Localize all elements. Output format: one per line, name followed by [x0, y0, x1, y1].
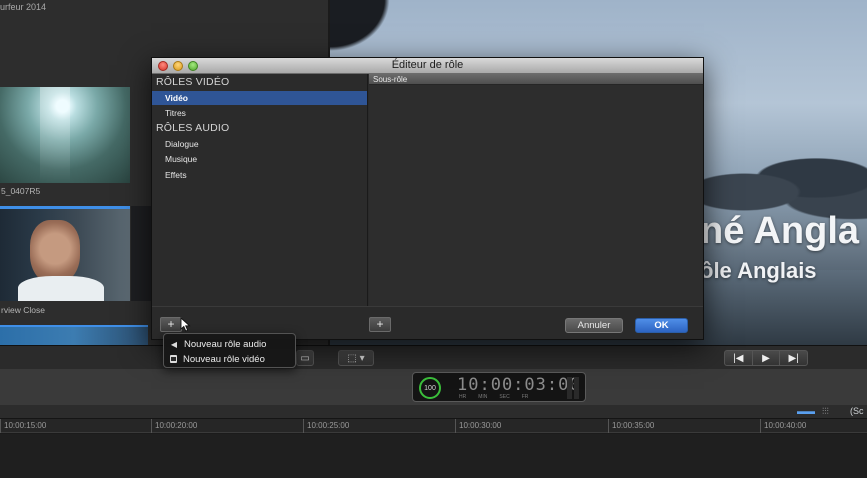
subrole-column-header: Sous-rôle [369, 74, 703, 85]
menu-item-label: Nouveau rôle vidéo [183, 353, 265, 365]
ruler-mark: 10:00:40:00 [760, 419, 806, 433]
ruler-mark: 10:00:15:00 [0, 419, 46, 433]
timeline-header: ▬▬ ⫶⫶⫶ (Sc [0, 405, 867, 419]
add-subrole-button[interactable]: + [369, 317, 391, 332]
film-icon [170, 355, 177, 363]
clip-label: rview Close [1, 305, 45, 315]
dashboard-timecode[interactable]: 100 10:00:03:00 HR MIN SEC FR [412, 372, 586, 402]
face-shape [30, 220, 80, 284]
clip-thumbnail-dark[interactable] [131, 206, 151, 301]
timecode-unit: MIN [478, 394, 488, 400]
viewer-toolbar: ▭ ⬚ ▾ |◀ ▶ ▶| [0, 345, 867, 369]
light-ray [40, 87, 70, 183]
ruler-mark: 10:00:25:00 [303, 419, 349, 433]
menu-item-new-audio-role[interactable]: ◀ Nouveau rôle audio [170, 337, 266, 351]
ruler-mark: 10:00:35:00 [608, 419, 654, 433]
display-button[interactable]: ▭ [296, 350, 314, 366]
timecode-value: 10:00:03:00 [457, 375, 581, 395]
viewer-title-line1: né Angla [700, 210, 860, 252]
role-item-video[interactable]: Vidéo [152, 91, 367, 105]
dialog-title: Éditeur de rôle [391, 59, 464, 71]
previous-edit-button[interactable]: |◀ [725, 351, 753, 365]
audio-meter-icon [567, 377, 579, 399]
timecode-units: HR MIN SEC FR [459, 394, 528, 400]
timecode-unit: FR [521, 394, 529, 400]
menu-item-new-video-role[interactable]: Nouveau rôle vidéo [170, 352, 265, 366]
role-item-titles[interactable]: Titres [152, 106, 367, 120]
cancel-button[interactable]: Annuler [565, 318, 623, 333]
subroles-list[interactable]: Sous-rôle [369, 74, 703, 306]
clip-selection-bar [0, 206, 130, 209]
background-task-badge[interactable]: 100 [419, 377, 441, 399]
ok-button[interactable]: OK [635, 318, 688, 333]
final-cut-window: urfeur 2014 5_0407R5 rview Close né Angl… [0, 0, 867, 478]
timeline-tracks[interactable] [0, 434, 867, 478]
palm-silhouette [330, 0, 400, 60]
play-button[interactable]: ▶ [753, 351, 781, 365]
role-item-effects[interactable]: Effets [152, 168, 367, 182]
roles-list: RÔLES VIDÉO Vidéo Titres RÔLES AUDIO Dia… [152, 74, 368, 306]
role-item-dialogue[interactable]: Dialogue [152, 137, 367, 151]
mouse-cursor-icon [180, 317, 191, 332]
timecode-unit: HR [459, 394, 467, 400]
timeline-ruler[interactable]: 10:00:15:00 10:00:20:00 10:00:25:00 10:0… [0, 419, 867, 433]
next-edit-button[interactable]: ▶| [780, 351, 807, 365]
add-role-button[interactable]: + [160, 317, 182, 332]
crop-icon: ⬚ ▾ [347, 352, 365, 364]
ruler-mark: 10:00:30:00 [455, 419, 501, 433]
clip-label: 5_0407R5 [1, 186, 41, 196]
monitor-icon: ▭ [300, 352, 310, 364]
event-title: urfeur 2014 [0, 2, 47, 12]
clip-selection-bar [0, 325, 148, 327]
shirt-shape [18, 276, 104, 301]
role-item-music[interactable]: Musique [152, 152, 367, 166]
audio-roles-header: RÔLES AUDIO [156, 122, 230, 134]
video-skimming-icon[interactable]: ▬▬ [797, 406, 815, 418]
clip-thumbnail-underwater[interactable] [0, 87, 130, 183]
video-roles-header: RÔLES VIDÉO [156, 76, 230, 88]
speaker-icon: ◀ [170, 339, 178, 349]
add-role-menu: ◀ Nouveau rôle audio Nouveau rôle vidéo [163, 333, 296, 368]
clip-thumbnail-interview[interactable] [0, 206, 130, 301]
dialog-titlebar[interactable]: Éditeur de rôle [152, 58, 703, 74]
audio-waveform-icon[interactable]: ⫶⫶⫶ [822, 406, 829, 418]
ruler-mark: 10:00:20:00 [151, 419, 197, 433]
solo-label[interactable]: (Sc [850, 406, 864, 418]
role-editor-dialog: Éditeur de rôle RÔLES VIDÉO Vidéo Titres… [151, 57, 704, 340]
menu-item-label: Nouveau rôle audio [184, 338, 267, 350]
clip-thumbnail-filmstrip[interactable] [0, 325, 148, 347]
timecode-unit: SEC [499, 394, 510, 400]
viewer-title-line2: ôle Anglais [700, 258, 817, 283]
transform-button[interactable]: ⬚ ▾ [338, 350, 374, 366]
transport-controls: |◀ ▶ ▶| [724, 350, 808, 366]
